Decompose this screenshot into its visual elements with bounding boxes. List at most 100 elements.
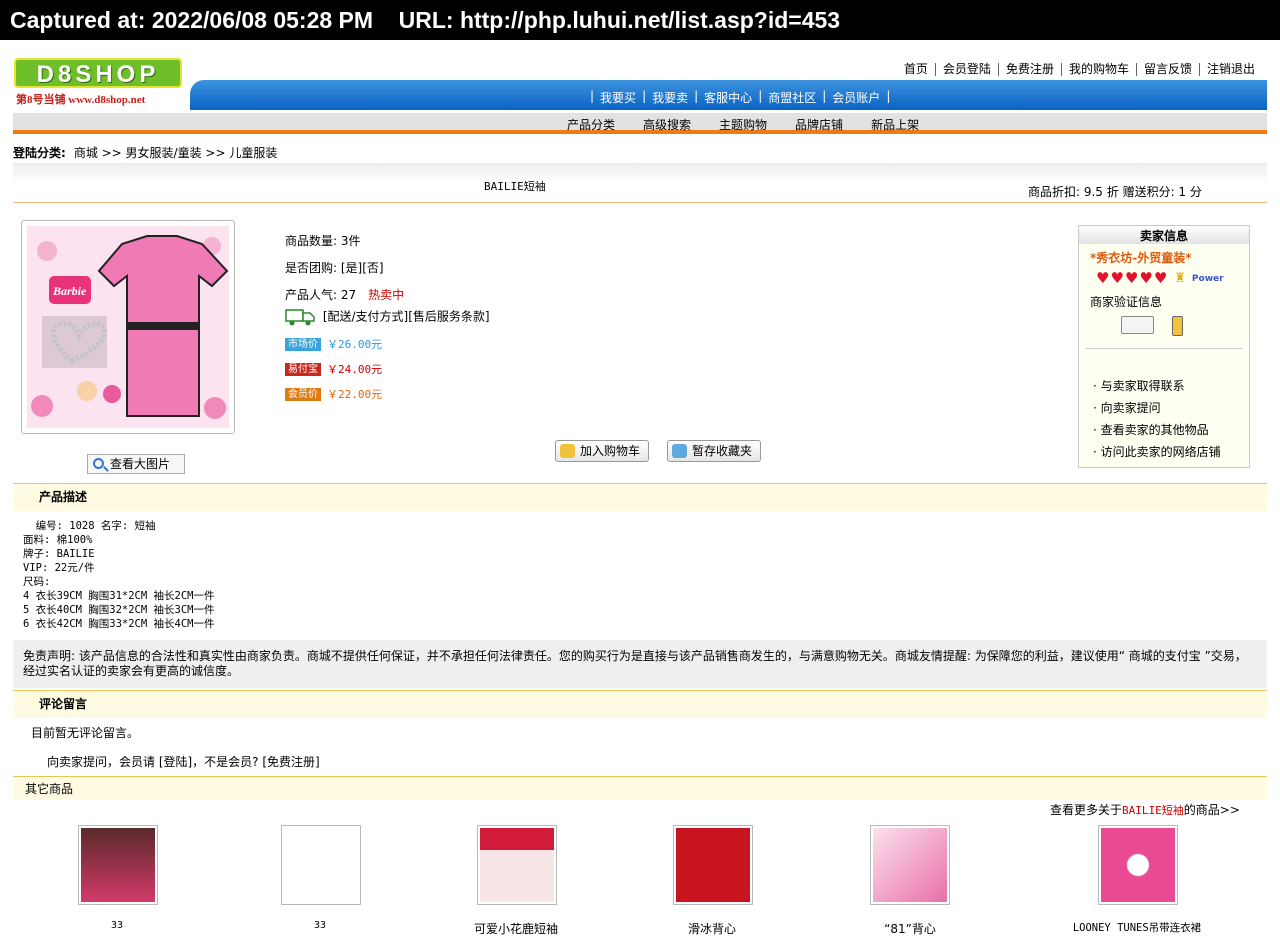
save-favorites-label: 暂存收藏夹 xyxy=(692,444,753,458)
other-item-thumb[interactable] xyxy=(673,825,753,905)
nav-buy[interactable]: 我要买 xyxy=(594,89,642,106)
top-links: 首页 会员登陆 免费注册 我的购物车 留言反馈 注销退出 xyxy=(897,63,1262,76)
broken-image-icon xyxy=(284,828,358,902)
seller-link-contact-label: 与卖家取得联系 xyxy=(1100,379,1185,393)
cart-icon xyxy=(560,444,575,458)
top-link-feedback[interactable]: 留言反馈 xyxy=(1135,63,1199,76)
power-label: Power xyxy=(1191,273,1224,284)
heart-icon: ♥ xyxy=(1110,269,1124,287)
seller-link-store-label: 访问此卖家的网络店铺 xyxy=(1100,445,1221,459)
barbie-logo-text: Barbie xyxy=(52,284,87,298)
seller-link-store[interactable]: · 访问此卖家的网络店铺 xyxy=(1093,441,1249,463)
seller-link-other-items-label: 查看卖家的其他物品 xyxy=(1100,423,1209,437)
add-to-cart-label: 加入购物车 xyxy=(580,444,641,458)
more-products-link[interactable]: 查看更多关于BAILIE短袖的商品>> xyxy=(1050,801,1240,818)
heart-icon: ♥ xyxy=(1153,269,1168,287)
other-item-thumb[interactable] xyxy=(281,825,361,905)
other-goods-heading: 其它商品 xyxy=(13,776,1267,800)
other-item-image xyxy=(676,828,750,902)
product-image[interactable]: Barbie xyxy=(21,220,235,434)
member-price: ￥22.00元 xyxy=(327,388,383,401)
delivery-truck-icon xyxy=(285,309,315,326)
product-title: BAILIE短袖 xyxy=(484,180,546,193)
member-price-tag: 会员价 xyxy=(285,388,321,401)
nav-new-arrivals[interactable]: 新品上架 xyxy=(871,116,919,133)
nav-account[interactable]: 会员账户 xyxy=(826,89,886,106)
more-suffix: 的商品>> xyxy=(1183,803,1240,817)
other-item-thumb[interactable] xyxy=(1098,825,1178,905)
other-item-label[interactable]: 滑冰背心 xyxy=(632,920,792,937)
group-buy-text[interactable]: 是否团购: [是][否] xyxy=(285,259,384,276)
breadcrumb-label: 登陆分类: xyxy=(13,146,66,160)
seller-link-ask[interactable]: · 向卖家提问 xyxy=(1093,397,1249,419)
nav-theme-shopping[interactable]: 主题购物 xyxy=(719,116,767,133)
shipping-links[interactable]: [配送/支付方式][售后服务条款] xyxy=(323,310,490,324)
other-item-label[interactable]: “81”背心 xyxy=(830,920,990,937)
other-item-label[interactable]: 可爱小花鹿短袖 xyxy=(436,920,596,937)
heart-icon: ♥ xyxy=(1139,269,1153,287)
breadcrumb-path[interactable]: 商城 >> 男女服装/童装 >> 儿童服装 xyxy=(74,146,278,160)
disclaimer-text: 免责声明: 该产品信息的合法性和真实性由商家负责。商城不提供任何保证，并不承担任… xyxy=(13,640,1267,688)
capture-banner: Captured at: 2022/06/08 05:28 PM URL: ht… xyxy=(0,0,1280,40)
nav-sell[interactable]: 我要卖 xyxy=(646,89,694,106)
save-favorites-button[interactable]: 暂存收藏夹 xyxy=(667,440,762,462)
seller-rating: ♥ ♥ ♥ ♥ ♥ ♜ Power xyxy=(1096,269,1249,287)
seller-link-contact[interactable]: · 与卖家取得联系 xyxy=(1093,375,1249,397)
other-item-label[interactable]: 33 xyxy=(240,920,400,931)
nav-community[interactable]: 商盟社区 xyxy=(762,89,822,106)
hot-label: 热卖中 xyxy=(368,288,405,302)
other-item-image xyxy=(480,828,554,902)
ask-seller-text[interactable]: 向卖家提问，会员请 [登陆]，不是会员? [免费注册] xyxy=(47,753,320,770)
popularity-text: 产品人气: 27 xyxy=(285,288,357,302)
id-card-icon xyxy=(1121,316,1154,334)
comments-heading: 评论留言 xyxy=(13,690,1267,718)
top-link-home[interactable]: 首页 xyxy=(897,63,935,76)
nav-advanced-search[interactable]: 高级搜索 xyxy=(643,116,691,133)
verify-icons xyxy=(1121,316,1249,336)
no-comments-text: 目前暂无评论留言。 xyxy=(31,726,140,740)
seller-verify-label: 商家验证信息 xyxy=(1090,295,1163,309)
seller-name[interactable]: *秀衣坊-外贸童装* xyxy=(1090,249,1249,266)
view-large-image-button[interactable]: 查看大图片 xyxy=(87,454,185,474)
nav-brand-stores[interactable]: 品牌店铺 xyxy=(795,116,843,133)
description-heading: 产品描述 xyxy=(13,483,1267,511)
logo-mark: D8SHOP xyxy=(14,58,182,88)
seller-links: · 与卖家取得联系 · 向卖家提问 · 查看卖家的其他物品 · 访问此卖家的网络… xyxy=(1093,375,1249,463)
other-item-thumb[interactable] xyxy=(78,825,158,905)
add-to-cart-button[interactable]: 加入购物车 xyxy=(555,440,650,462)
popularity-row: 产品人气: 27 热卖中 xyxy=(285,286,404,303)
quantity-text: 商品数量: 3件 xyxy=(285,234,361,248)
seller-heading: 卖家信息 xyxy=(1079,226,1249,244)
top-link-logout[interactable]: 注销退出 xyxy=(1198,63,1262,76)
seller-panel: 卖家信息 *秀衣坊-外贸童装* ♥ ♥ ♥ ♥ ♥ ♜ Power 商家验证信息… xyxy=(1078,225,1250,468)
mobile-phone-icon xyxy=(1172,316,1183,336)
other-item-label[interactable]: LOONEY TUNES吊带连衣裙 xyxy=(1057,920,1217,935)
nav-categories[interactable]: 产品分类 xyxy=(567,116,615,133)
seller-link-other-items[interactable]: · 查看卖家的其他物品 xyxy=(1093,419,1249,441)
site-logo[interactable]: D8SHOP 第8号当铺 www.d8shop.net xyxy=(14,58,184,108)
nav-service[interactable]: 客服中心 xyxy=(698,89,758,106)
top-link-cart[interactable]: 我的购物车 xyxy=(1060,63,1136,76)
product-photo: Barbie xyxy=(27,226,229,428)
more-prefix: 查看更多关于 xyxy=(1050,803,1123,817)
gift-box-icon xyxy=(672,444,687,458)
top-link-login[interactable]: 会员登陆 xyxy=(934,63,998,76)
shipping-row: [配送/支付方式][售后服务条款] xyxy=(285,307,490,327)
shirt-illustration: Barbie xyxy=(27,226,229,428)
seller-divider xyxy=(1086,348,1242,349)
other-item-label[interactable]: 33 xyxy=(37,920,197,931)
other-item-image xyxy=(873,828,947,902)
market-price-tag: 市场价 xyxy=(285,338,321,351)
blue-nav-links: | 我要买 | 我要卖 | 客服中心 | 商盟社区 | 会员账户 | xyxy=(590,89,891,106)
heart-icon: ♥ xyxy=(1096,269,1110,287)
top-link-register[interactable]: 免费注册 xyxy=(997,63,1061,76)
market-price: ￥26.00元 xyxy=(327,338,383,351)
market-price-row: 市场价 ￥26.00元 xyxy=(285,336,382,352)
more-brand: BAILIE短袖 xyxy=(1122,804,1184,817)
other-item-thumb[interactable] xyxy=(870,825,950,905)
product-discount: 商品折扣: 9.5 折 赠送积分: 1 分 xyxy=(1028,185,1202,199)
other-item-thumb[interactable] xyxy=(477,825,557,905)
seller-link-ask-label: 向卖家提问 xyxy=(1100,401,1161,415)
magnifier-icon xyxy=(93,458,104,469)
power-man-icon: ♜ xyxy=(1174,271,1186,286)
